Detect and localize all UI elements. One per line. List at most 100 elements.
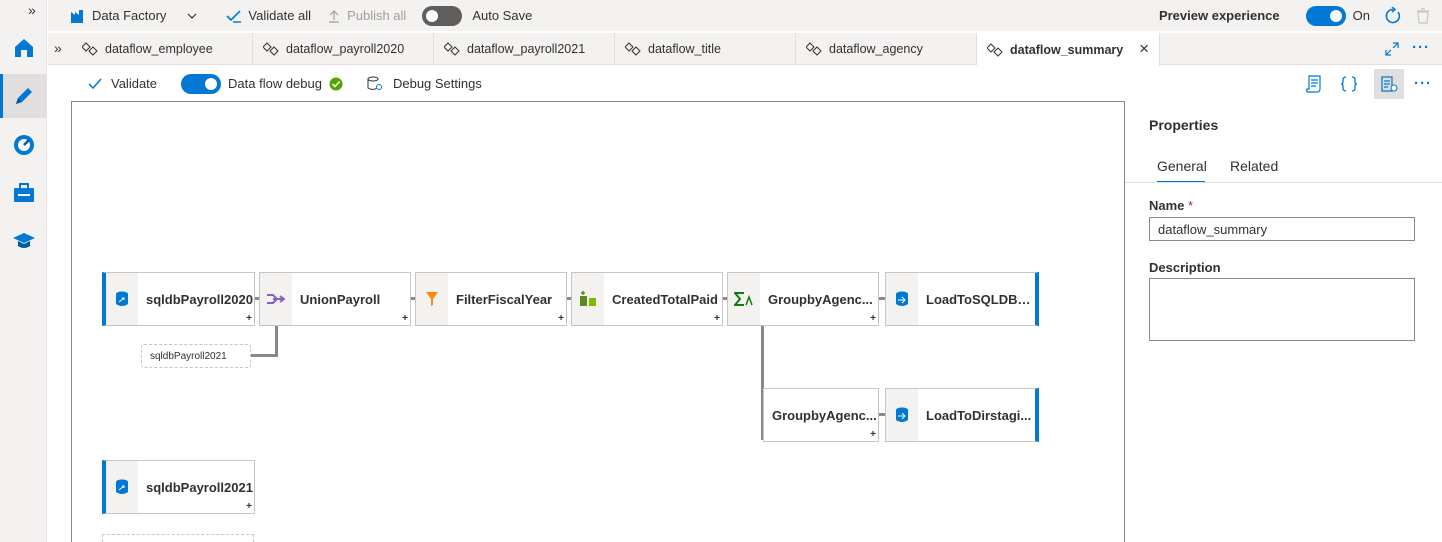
tab-general[interactable]: General <box>1157 158 1207 174</box>
union-input-reference[interactable]: sqldbPayroll2021 <box>141 344 251 368</box>
learning-hat-icon <box>12 233 35 248</box>
add-transform-icon[interactable]: + <box>558 313 564 324</box>
tab-dataflow-payroll2020[interactable]: dataflow_payroll2020 <box>253 33 434 65</box>
tab-label: dataflow_summary <box>1010 42 1124 57</box>
required-marker: * <box>1188 198 1194 213</box>
dataflow-icon <box>263 42 279 56</box>
preview-experience-switch[interactable] <box>1305 5 1346 26</box>
top-command-bar: Data Factory Validate all Publish all Au… <box>48 0 1442 31</box>
properties-panel: Properties General Related Name * datafl… <box>1125 101 1442 542</box>
dataflow-debug-toggle[interactable]: Data flow debug <box>173 68 351 99</box>
discard-trash-icon[interactable] <box>1416 7 1430 24</box>
derived-column-node-createdtotalpaid[interactable]: CreatedTotalPaid + <box>571 272 723 326</box>
aggregate-node-groupbyagency-2[interactable]: GroupbyAgenc... + <box>763 388 879 442</box>
name-field[interactable]: dataflow_summary <box>1149 217 1415 241</box>
name-label: Name * <box>1149 198 1193 213</box>
tab-label: dataflow_payroll2020 <box>286 42 405 56</box>
tab-dataflow-employee[interactable]: dataflow_employee <box>72 33 253 65</box>
add-transform-icon[interactable]: + <box>870 313 876 324</box>
validate-all-button[interactable]: Validate all <box>218 0 319 31</box>
author-nav-button[interactable] <box>0 74 47 118</box>
node-label: sqldbPayroll2021 <box>146 479 253 495</box>
tab-label: dataflow_title <box>648 42 721 56</box>
union-connector <box>275 324 278 357</box>
expand-rail-icon[interactable]: » <box>28 2 36 18</box>
toolbar-more-icon[interactable]: ··· <box>1414 75 1432 92</box>
source-node-sqldbpayroll2021[interactable]: sqldbPayroll2021 + <box>102 460 255 514</box>
tab-divider <box>1125 182 1442 183</box>
sql-source-icon <box>116 479 128 494</box>
validate-all-label: Validate all <box>248 8 312 23</box>
properties-panel-button[interactable] <box>1374 68 1404 99</box>
left-nav-rail: » <box>0 0 47 542</box>
learning-nav-button[interactable] <box>0 219 47 263</box>
dataflow-icon <box>82 42 98 56</box>
auto-save-label: Auto Save <box>472 8 533 23</box>
refresh-icon[interactable] <box>1384 6 1402 25</box>
properties-icon <box>1381 75 1398 92</box>
union-node-unionpayroll[interactable]: UnionPayroll + <box>259 272 411 326</box>
maximize-icon[interactable] <box>1385 42 1399 56</box>
sql-source-icon <box>116 291 128 306</box>
tab-label: dataflow_payroll2021 <box>467 42 586 56</box>
tab-dataflow-title[interactable]: dataflow_title <box>615 33 796 65</box>
debug-settings-icon <box>367 76 382 90</box>
union-input-label: sqldbPayroll2021 <box>150 350 227 362</box>
monitor-nav-button[interactable] <box>0 123 47 167</box>
auto-save-switch[interactable] <box>422 5 463 26</box>
validate-button[interactable]: Validate <box>48 68 165 99</box>
source-node-sqldbpayroll2020[interactable]: sqldbPayroll2020 + <box>102 272 255 326</box>
publish-all-button[interactable]: Publish all <box>319 0 414 31</box>
dataflow-tab-bar: » dataflow_employee dataflow_payroll2020… <box>48 33 1442 66</box>
sink-node-loadtosqldbs[interactable]: LoadToSQLDBS... <box>885 272 1039 326</box>
tab-related-label: Related <box>1230 158 1279 174</box>
aggregate-node-groupbyagency-1[interactable]: GroupbyAgenc... + <box>727 272 879 326</box>
home-nav-button[interactable] <box>0 26 47 70</box>
tab-dataflow-summary[interactable]: dataflow_summary × <box>977 33 1160 66</box>
publish-upload-icon <box>329 9 340 23</box>
add-transform-icon[interactable]: + <box>870 429 876 440</box>
manage-nav-button[interactable] <box>0 171 47 215</box>
chevron-down-icon <box>187 13 197 19</box>
tab-dataflow-agency[interactable]: dataflow_agency <box>796 33 977 65</box>
monitor-gauge-icon <box>13 135 34 155</box>
tab-general-label: General <box>1157 158 1207 174</box>
add-transform-icon[interactable]: + <box>714 313 720 324</box>
validate-all-icon <box>226 9 242 23</box>
auto-save-toggle[interactable]: Auto Save <box>414 0 540 31</box>
node-label: sqldbPayroll2020 <box>146 291 253 307</box>
aggregate-sigma-icon <box>734 292 753 306</box>
close-tab-icon[interactable]: × <box>1139 39 1149 59</box>
add-source-placeholder[interactable] <box>102 534 254 542</box>
publish-all-label: Publish all <box>347 8 407 23</box>
dataflow-debug-switch[interactable] <box>181 73 222 94</box>
filter-node-filterfiscalyear[interactable]: FilterFiscalYear + <box>415 272 567 326</box>
add-transform-icon[interactable]: + <box>246 313 252 324</box>
add-transform-icon[interactable]: + <box>402 313 408 324</box>
code-braces-icon[interactable] <box>1340 75 1358 93</box>
dataflow-debug-label: Data flow debug <box>228 76 322 91</box>
add-transform-icon[interactable]: + <box>246 501 252 512</box>
sql-sink-icon <box>896 291 908 306</box>
union-icon <box>267 294 285 304</box>
debug-settings-button[interactable]: Debug Settings <box>359 68 490 99</box>
node-label: UnionPayroll <box>300 291 381 307</box>
name-field-value: dataflow_summary <box>1158 222 1268 237</box>
dataflow-icon <box>987 42 1003 57</box>
preview-state-label: On <box>1352 8 1370 23</box>
dataflow-icon <box>625 42 641 56</box>
collapse-tabs-icon[interactable]: » <box>54 40 62 56</box>
tab-more-icon[interactable]: ··· <box>1412 39 1430 56</box>
script-icon[interactable] <box>1306 74 1322 93</box>
tab-related[interactable]: Related <box>1230 158 1278 174</box>
tab-dataflow-payroll2021[interactable]: dataflow_payroll2021 <box>434 33 615 65</box>
sink-node-loadtodirstaging[interactable]: LoadToDirstagi... <box>885 388 1039 442</box>
preview-experience-label: Preview experience <box>1158 8 1280 23</box>
properties-title: Properties <box>1149 117 1219 133</box>
dataflow-canvas[interactable]: sqldbPayroll2020 + UnionPayroll + Filter… <box>71 101 1125 542</box>
node-label: CreatedTotalPaid <box>612 291 718 307</box>
factory-selector[interactable]: Data Factory <box>48 0 206 31</box>
description-field[interactable] <box>1149 278 1415 341</box>
validate-label: Validate <box>111 76 158 91</box>
data-factory-icon <box>71 9 83 23</box>
